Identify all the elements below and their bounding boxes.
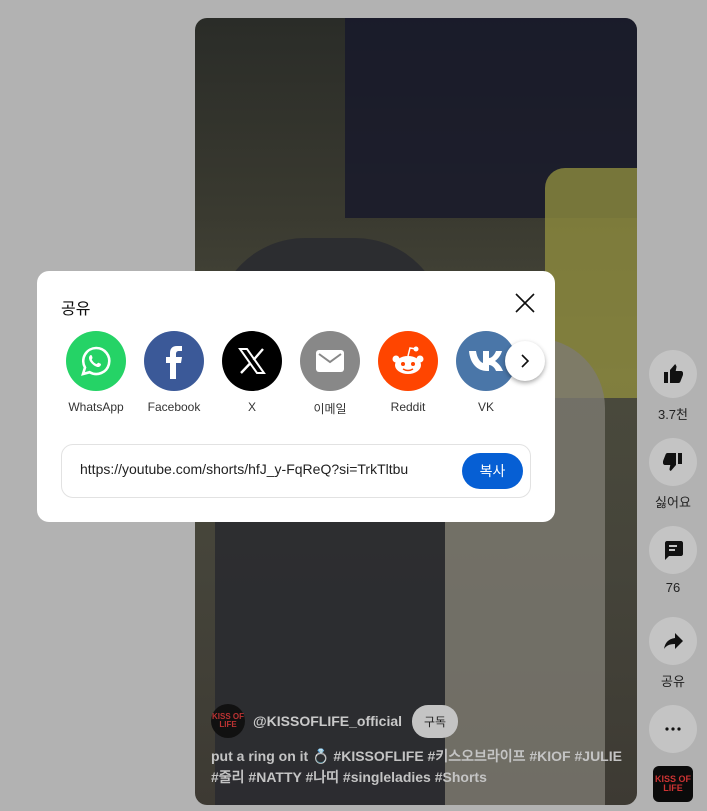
- share-button[interactable]: 공유: [649, 617, 697, 690]
- channel-avatar[interactable]: KISS OF LIFE: [211, 704, 245, 738]
- share-url-input[interactable]: [80, 461, 408, 477]
- like-button[interactable]: 3.7천: [649, 350, 697, 423]
- thumbs-down-icon: [663, 453, 682, 471]
- share-url-box: 복사: [61, 444, 531, 498]
- share-icon: [664, 633, 683, 649]
- video-description: put a ring on it 💍 #KISSOFLIFE #키스오브라이프 …: [211, 748, 622, 785]
- subscribe-button[interactable]: 구독: [412, 704, 459, 738]
- like-count: 3.7천: [657, 407, 689, 422]
- vk-icon: [469, 351, 503, 371]
- share-target-label: Facebook: [147, 400, 201, 414]
- facebook-icon: [166, 346, 182, 379]
- email-icon: [316, 350, 344, 372]
- comments-button[interactable]: 76: [649, 526, 697, 595]
- dialog-title: 공유: [61, 301, 91, 318]
- dislike-button[interactable]: 싫어요: [649, 438, 697, 511]
- share-email[interactable]: 이메일: [291, 331, 369, 417]
- whatsapp-icon: [81, 346, 111, 376]
- share-target-label: VK: [477, 400, 494, 414]
- more-icon: [665, 727, 681, 731]
- x-icon: [238, 348, 266, 374]
- share-dialog: 공유 WhatsApp Facebook X 이메일 Reddit VK 복사: [37, 271, 555, 522]
- channel-info: KISS OF LIFE @KISSOFLIFE_official 구독: [211, 704, 459, 738]
- dislike-label: 싫어요: [655, 495, 691, 510]
- share-x[interactable]: X: [213, 331, 291, 414]
- share-facebook[interactable]: Facebook: [135, 331, 213, 414]
- next-targets-button[interactable]: [505, 341, 545, 381]
- share-target-label: 이메일: [313, 402, 347, 416]
- share-reddit[interactable]: Reddit: [369, 331, 447, 414]
- sound-channel-thumbnail[interactable]: KISS OF LIFE: [653, 766, 693, 802]
- share-target-label: Reddit: [390, 400, 426, 414]
- comment-count: 76: [665, 580, 681, 595]
- channel-name[interactable]: @KISSOFLIFE_official: [253, 713, 402, 729]
- share-target-label: X: [247, 400, 256, 414]
- copy-button[interactable]: 복사: [462, 453, 523, 489]
- more-button[interactable]: [649, 705, 697, 753]
- thumbs-up-icon: [664, 364, 683, 383]
- comment-icon: [665, 541, 683, 560]
- share-target-label: WhatsApp: [68, 400, 124, 414]
- chevron-right-icon: [521, 354, 530, 368]
- close-icon[interactable]: [513, 291, 537, 315]
- share-whatsapp[interactable]: WhatsApp: [57, 331, 135, 414]
- share-label: 공유: [661, 674, 685, 689]
- reddit-icon: [392, 346, 424, 374]
